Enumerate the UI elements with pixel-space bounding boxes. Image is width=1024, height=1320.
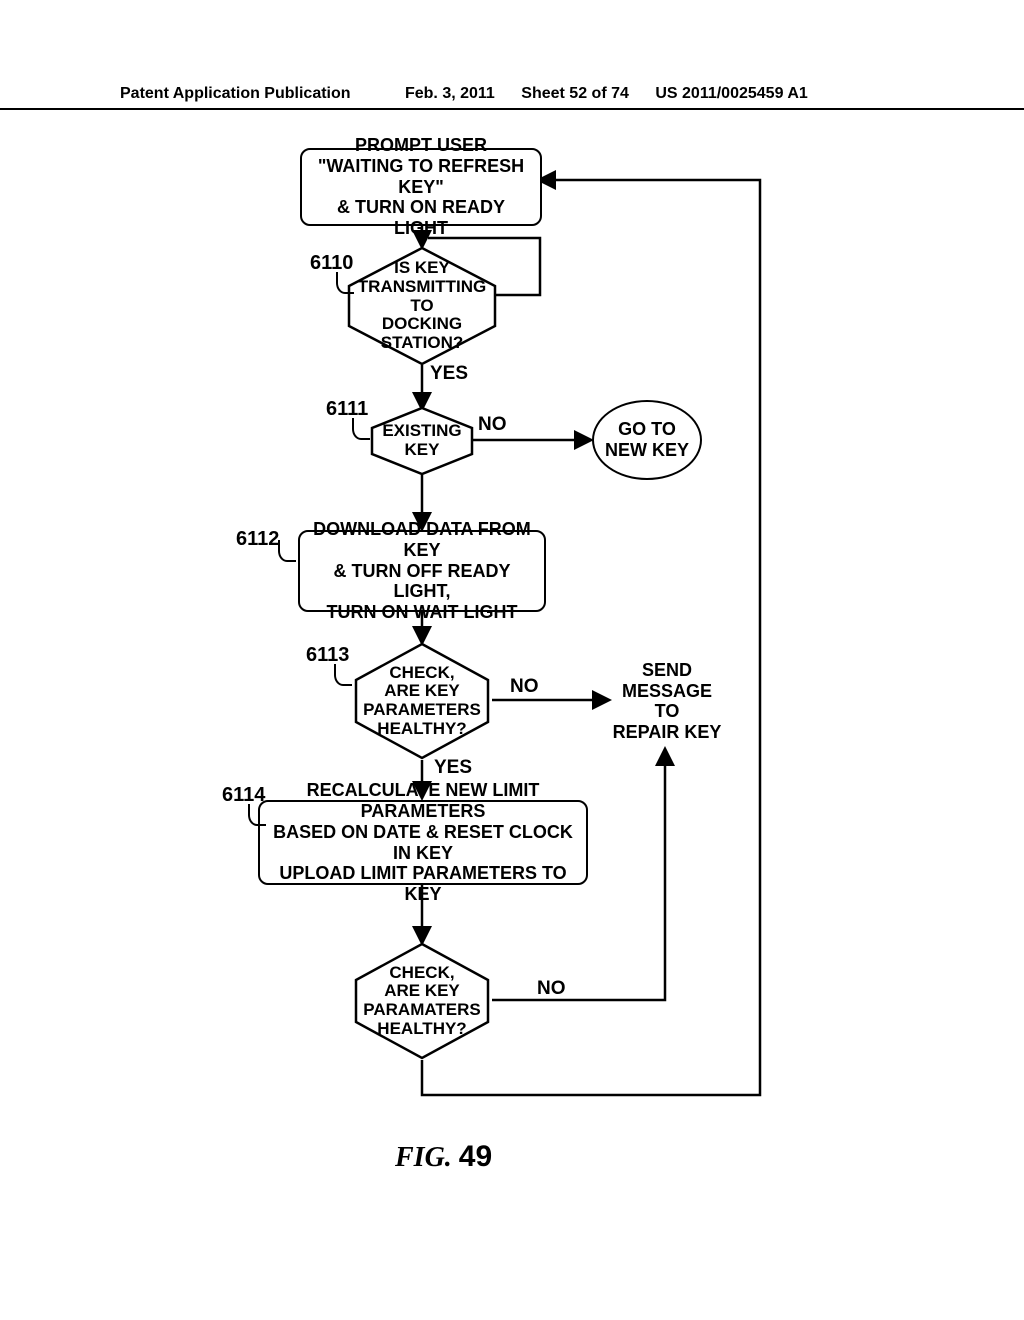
page-header: Patent Application Publication Feb. 3, 2… <box>0 85 1024 110</box>
decision-healthy-2: CHECK, ARE KEY PARAMATERS HEALTHY? <box>354 942 490 1060</box>
decision-text: CHECK, ARE KEY PARAMATERS HEALTHY? <box>363 964 480 1039</box>
header-pubnum: US 2011/0025459 A1 <box>655 85 807 103</box>
figure-number: 49 <box>459 1140 492 1173</box>
process-text: RECALCULATE NEW LIMIT PARAMETERS BASED O… <box>270 780 576 904</box>
action-send-repair: SEND MESSAGE TO REPAIR KEY <box>612 660 722 743</box>
terminator-text: GO TO NEW KEY <box>605 419 689 460</box>
process-prompt-user: PROMPT USER "WAITING TO REFRESH KEY" & T… <box>300 148 542 226</box>
header-sheet: Sheet 52 of 74 <box>521 85 629 103</box>
decision-6110: IS KEY TRANSMITTING TO DOCKING STATION? <box>347 246 497 366</box>
flowchart: PROMPT USER "WAITING TO REFRESH KEY" & T… <box>0 140 1024 1240</box>
decision-text: IS KEY TRANSMITTING TO DOCKING STATION? <box>347 259 497 352</box>
ref-tick <box>334 664 352 686</box>
ref-tick <box>248 804 266 826</box>
ref-tick <box>278 540 296 562</box>
process-6112: DOWNLOAD DATA FROM KEY & TURN OFF READY … <box>298 530 546 612</box>
process-text: DOWNLOAD DATA FROM KEY & TURN OFF READY … <box>310 519 534 622</box>
label-yes: YES <box>430 363 468 385</box>
figure-label: FIG. 49 <box>395 1140 492 1174</box>
process-text: PROMPT USER "WAITING TO REFRESH KEY" & T… <box>312 135 530 238</box>
label-no: NO <box>478 414 507 436</box>
figure-prefix: FIG. <box>395 1142 452 1173</box>
label-no: NO <box>537 978 566 1000</box>
label-yes: YES <box>434 757 472 779</box>
label-no: NO <box>510 676 539 698</box>
decision-6111: EXISTING KEY <box>370 406 474 476</box>
decision-6113: CHECK, ARE KEY PARAMETERS HEALTHY? <box>354 642 490 760</box>
terminator-new-key: GO TO NEW KEY <box>592 400 702 480</box>
header-publication: Patent Application Publication <box>120 85 351 103</box>
decision-text: EXISTING KEY <box>382 422 461 459</box>
ref-6112: 6112 <box>236 528 279 551</box>
ref-tick <box>352 418 370 440</box>
process-6114: RECALCULATE NEW LIMIT PARAMETERS BASED O… <box>258 800 588 885</box>
header-date: Feb. 3, 2011 <box>405 85 495 103</box>
decision-text: CHECK, ARE KEY PARAMETERS HEALTHY? <box>363 664 481 739</box>
